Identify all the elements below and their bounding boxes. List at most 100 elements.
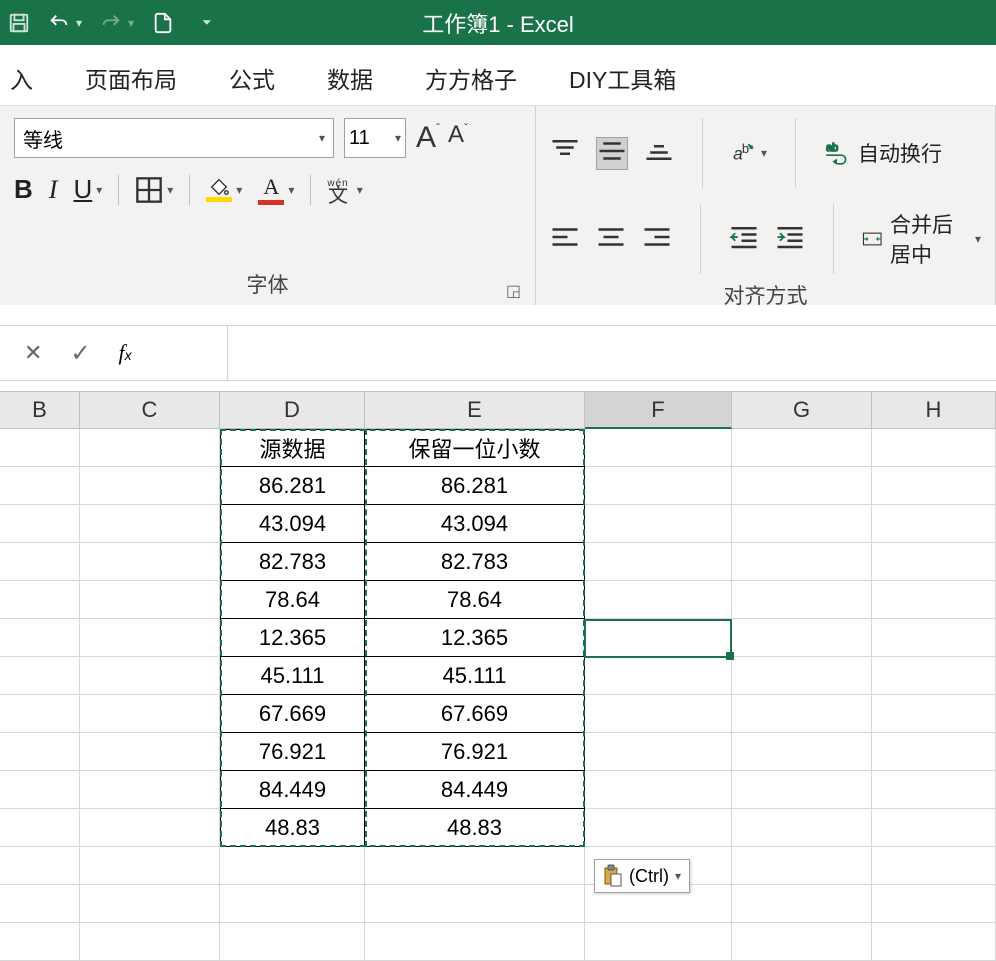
cell[interactable] (80, 543, 220, 581)
cell[interactable] (80, 847, 220, 885)
merge-center-button[interactable]: 合并后居中 ▾ (862, 209, 981, 269)
save-icon[interactable] (8, 12, 30, 34)
font-color-button[interactable]: A ▾ (258, 174, 294, 205)
cell[interactable] (365, 923, 585, 961)
cell[interactable] (732, 429, 872, 467)
cell[interactable]: 48.83 (220, 809, 365, 847)
cell[interactable] (80, 505, 220, 543)
cell[interactable] (732, 505, 872, 543)
cell[interactable] (732, 543, 872, 581)
cell[interactable] (220, 923, 365, 961)
cell[interactable]: 84.449 (220, 771, 365, 809)
cell[interactable] (0, 733, 80, 771)
cell[interactable] (872, 847, 996, 885)
tab-fanggezi[interactable]: 方方格子 (425, 61, 517, 95)
cell[interactable]: 67.669 (365, 695, 585, 733)
cell[interactable] (365, 847, 585, 885)
cell[interactable] (585, 657, 732, 695)
cell[interactable] (872, 505, 996, 543)
cell[interactable] (0, 695, 80, 733)
chevron-down-icon[interactable]: ▾ (76, 16, 82, 30)
fx-icon[interactable]: fx (119, 340, 132, 366)
cell[interactable] (732, 847, 872, 885)
cell[interactable] (0, 581, 80, 619)
font-name-select[interactable]: 等线 ▾ (14, 118, 334, 158)
cell[interactable]: 43.094 (220, 505, 365, 543)
cell[interactable] (80, 581, 220, 619)
align-bottom-icon[interactable] (644, 137, 674, 170)
cell[interactable] (872, 885, 996, 923)
col-header-E[interactable]: E (365, 391, 585, 429)
document-icon[interactable] (152, 12, 174, 34)
cell[interactable] (0, 809, 80, 847)
col-header-B[interactable]: B (0, 391, 80, 429)
orientation-button[interactable]: ab ▾ (731, 140, 767, 166)
cell[interactable] (732, 619, 872, 657)
paste-options-button[interactable]: (Ctrl) ▾ (594, 859, 690, 893)
cell[interactable] (585, 581, 732, 619)
align-left-icon[interactable] (550, 224, 580, 255)
cell[interactable]: 78.64 (220, 581, 365, 619)
cell[interactable] (732, 923, 872, 961)
cell[interactable]: 12.365 (220, 619, 365, 657)
cell[interactable] (732, 467, 872, 505)
cell[interactable] (0, 657, 80, 695)
cell[interactable] (872, 619, 996, 657)
cell[interactable]: 76.921 (365, 733, 585, 771)
cell[interactable] (872, 657, 996, 695)
cell[interactable]: 45.111 (220, 657, 365, 695)
cell[interactable] (0, 771, 80, 809)
shrink-font-icon[interactable]: Aˇ (448, 121, 468, 155)
cell[interactable] (872, 923, 996, 961)
cell[interactable] (0, 923, 80, 961)
cell[interactable] (0, 429, 80, 467)
cell[interactable] (585, 429, 732, 467)
cell[interactable]: 86.281 (365, 467, 585, 505)
cell[interactable]: 67.669 (220, 695, 365, 733)
cell[interactable] (0, 619, 80, 657)
cell[interactable] (80, 429, 220, 467)
cell[interactable]: 45.111 (365, 657, 585, 695)
cell[interactable] (0, 467, 80, 505)
cell[interactable] (585, 619, 732, 657)
cell[interactable] (585, 809, 732, 847)
formula-input[interactable] (228, 326, 996, 380)
italic-button[interactable]: I (49, 175, 58, 205)
cell[interactable] (220, 885, 365, 923)
col-header-D[interactable]: D (220, 391, 365, 429)
cell[interactable] (0, 543, 80, 581)
cell[interactable]: 78.64 (365, 581, 585, 619)
cell[interactable] (872, 429, 996, 467)
cell[interactable]: 84.449 (365, 771, 585, 809)
col-header-C[interactable]: C (80, 391, 220, 429)
font-size-select[interactable]: 11 ▾ (344, 118, 406, 158)
cell[interactable] (80, 923, 220, 961)
tab-formulas[interactable]: 公式 (229, 61, 275, 95)
cell[interactable] (732, 733, 872, 771)
cell[interactable] (585, 467, 732, 505)
cell[interactable] (872, 771, 996, 809)
cancel-icon[interactable]: ✕ (24, 340, 42, 366)
cell[interactable] (732, 885, 872, 923)
cell[interactable] (80, 885, 220, 923)
cell[interactable] (0, 885, 80, 923)
cell[interactable]: 源数据 (220, 429, 365, 467)
cell[interactable] (80, 809, 220, 847)
cell[interactable] (80, 695, 220, 733)
cell[interactable] (872, 581, 996, 619)
cell[interactable]: 48.83 (365, 809, 585, 847)
cell[interactable] (872, 733, 996, 771)
cell[interactable] (872, 543, 996, 581)
enter-icon[interactable]: ✓ (70, 339, 90, 368)
tab-diy-toolbox[interactable]: DIY工具箱 (569, 61, 676, 95)
cell[interactable] (872, 467, 996, 505)
cell[interactable] (0, 847, 80, 885)
align-center-icon[interactable] (596, 224, 626, 255)
cell[interactable] (732, 581, 872, 619)
cell[interactable] (872, 695, 996, 733)
align-top-icon[interactable] (550, 137, 580, 170)
tab-page-layout[interactable]: 页面布局 (85, 61, 177, 95)
cell[interactable]: 12.365 (365, 619, 585, 657)
underline-button[interactable]: U▾ (73, 174, 102, 205)
borders-button[interactable]: ▾ (135, 176, 173, 204)
